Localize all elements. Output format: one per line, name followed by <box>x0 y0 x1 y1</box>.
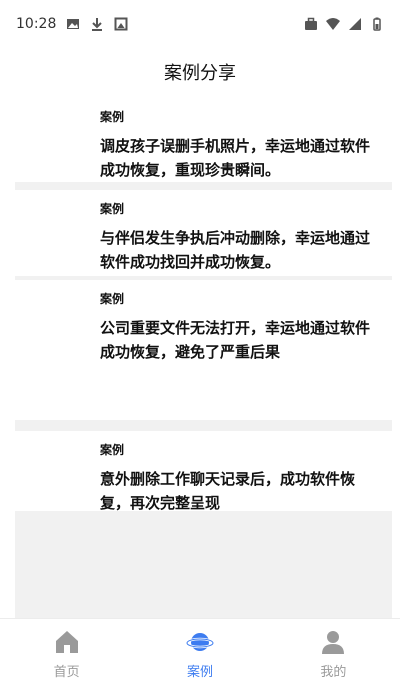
page-header: 案例分享 <box>0 48 400 96</box>
status-right <box>304 17 384 31</box>
case-card[interactable]: 案例 与伴侣发生争执后冲动删除，幸运地通过软件成功找回并成功恢复。 <box>15 190 392 276</box>
photo-icon <box>114 17 128 31</box>
case-text: 与伴侣发生争执后冲动删除，幸运地通过软件成功找回并成功恢复。 <box>100 229 371 271</box>
status-time: 10:28 <box>16 16 57 32</box>
page-title: 案例分享 <box>164 63 236 84</box>
case-text: 调皮孩子误删手机照片，幸运地通过软件成功恢复，重现珍贵瞬间。 <box>100 137 371 179</box>
case-tag: 案例 <box>100 292 125 306</box>
user-icon <box>322 630 345 654</box>
home-icon <box>55 630 78 653</box>
case-text: 意外删除工作聊天记录后，成功软件恢复，再次完整呈现 <box>100 470 356 512</box>
status-left: 10:28 <box>16 16 128 32</box>
bottom-tab-bar: 首页 案例 我的 <box>0 618 400 689</box>
case-text: 公司重要文件无法打开，幸运地通过软件成功恢复，避免了严重后果 <box>100 319 371 361</box>
case-tag: 案例 <box>100 443 125 457</box>
briefcase-icon <box>305 17 317 30</box>
tab-label: 首页 <box>53 664 80 680</box>
wifi-icon <box>326 18 340 30</box>
tab-home[interactable]: 首页 <box>0 619 133 689</box>
tab-label: 我的 <box>320 664 347 680</box>
case-card[interactable]: 案例 公司重要文件无法打开，幸运地通过软件成功恢复，避免了严重后果 <box>15 280 392 420</box>
planet-icon <box>185 632 214 651</box>
case-tag: 案例 <box>100 110 125 124</box>
case-tag: 案例 <box>100 202 125 216</box>
download-icon <box>92 18 103 31</box>
battery-icon <box>373 17 381 31</box>
signal-icon <box>349 18 361 30</box>
case-feed[interactable]: 案例 调皮孩子误删手机照片，幸运地通过软件成功恢复，重现珍贵瞬间。 案例 与伴侣… <box>15 98 392 618</box>
tab-label: 案例 <box>186 664 213 680</box>
case-card[interactable]: 案例 意外删除工作聊天记录后，成功软件恢复，再次完整呈现 <box>15 431 392 512</box>
status-bar: 10:28 <box>0 0 400 48</box>
tab-cases[interactable]: 案例 <box>133 619 266 689</box>
image-icon <box>67 19 80 29</box>
tab-mine[interactable]: 我的 <box>267 619 400 689</box>
case-card[interactable]: 案例 调皮孩子误删手机照片，幸运地通过软件成功恢复，重现珍贵瞬间。 <box>15 98 392 182</box>
